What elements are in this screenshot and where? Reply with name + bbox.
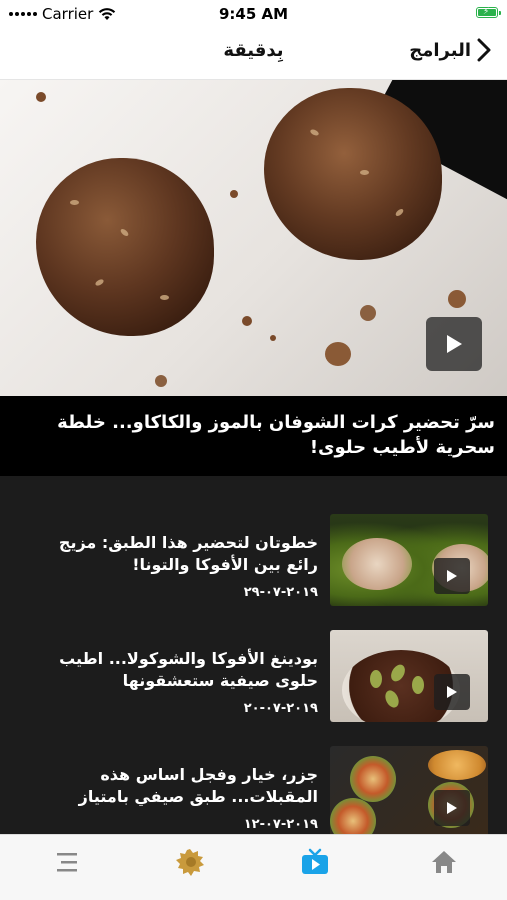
play-icon bbox=[447, 802, 457, 814]
nav-bar: بِدقيقة البرامج bbox=[0, 28, 507, 80]
battery-fill: ⚡ bbox=[478, 7, 496, 17]
tab-lion-logo[interactable] bbox=[173, 847, 207, 877]
cocoa-splash bbox=[360, 305, 376, 321]
video-thumbnail[interactable] bbox=[330, 746, 488, 834]
veggie-roll bbox=[330, 798, 376, 834]
tab-home[interactable] bbox=[427, 847, 461, 877]
back-label: البرامج bbox=[409, 39, 471, 61]
lion-logo-icon bbox=[176, 849, 204, 876]
home-icon bbox=[432, 851, 456, 873]
list-item[interactable]: جزر، خيار وفجل اساس هذه المقبلات... طبق … bbox=[0, 746, 507, 834]
play-icon bbox=[447, 686, 457, 698]
featured-video-title[interactable]: سرّ تحضير كرات الشوفان بالموز والكاكاو..… bbox=[0, 396, 507, 476]
video-title: بودينغ الأفوكا والشوكولا... اطيب حلوى صي… bbox=[59, 649, 318, 690]
tab-bar bbox=[0, 834, 507, 900]
play-button[interactable] bbox=[426, 317, 482, 371]
featured-video-thumbnail[interactable] bbox=[0, 80, 507, 396]
oat-flake bbox=[360, 170, 369, 175]
cocoa-splash bbox=[36, 92, 46, 102]
list-item[interactable]: بودينغ الأفوكا والشوكولا... اطيب حلوى صي… bbox=[0, 630, 507, 730]
menu-icon bbox=[57, 853, 77, 872]
oat-ball-left bbox=[36, 158, 214, 336]
play-button[interactable] bbox=[434, 790, 470, 826]
cocoa-splash bbox=[270, 335, 276, 341]
video-list: خطوتان لتحضير هذا الطبق: مزيج رائع بين ا… bbox=[0, 476, 507, 834]
video-date: ٢٠١٩-٠٧-١٢ bbox=[243, 817, 318, 832]
video-title: خطوتان لتحضير هذا الطبق: مزيج رائع بين ا… bbox=[58, 533, 318, 574]
back-button[interactable]: البرامج bbox=[409, 38, 491, 62]
tab-tv[interactable] bbox=[298, 847, 332, 877]
cocoa-splash bbox=[325, 342, 351, 366]
video-thumbnail[interactable] bbox=[330, 630, 488, 722]
battery-icon: ⚡ bbox=[476, 7, 501, 18]
play-button[interactable] bbox=[434, 674, 470, 710]
cocoa-splash bbox=[155, 375, 167, 387]
chevron-right-icon bbox=[477, 38, 491, 62]
veggie-roll bbox=[350, 756, 396, 802]
video-title: جزر، خيار وفجل اساس هذه المقبلات... طبق … bbox=[78, 765, 318, 806]
sauce-bowl bbox=[428, 750, 486, 780]
list-item[interactable]: خطوتان لتحضير هذا الطبق: مزيج رائع بين ا… bbox=[0, 514, 507, 614]
oat-flake bbox=[70, 200, 79, 205]
avocado-half bbox=[342, 538, 412, 590]
oat-ball-right bbox=[264, 88, 442, 260]
status-bar: Carrier 9:45 AM ⚡ bbox=[0, 0, 507, 28]
video-thumbnail[interactable] bbox=[330, 514, 488, 606]
pistachio bbox=[370, 670, 382, 688]
cocoa-splash bbox=[242, 316, 252, 326]
play-button[interactable] bbox=[434, 558, 470, 594]
video-date: ٢٠١٩-٠٧-٢٩ bbox=[243, 585, 318, 600]
cocoa-splash bbox=[230, 190, 238, 198]
play-icon bbox=[447, 570, 457, 582]
tv-icon bbox=[302, 848, 328, 874]
status-time: 9:45 AM bbox=[218, 5, 289, 23]
play-icon bbox=[447, 335, 462, 353]
pistachio bbox=[412, 676, 424, 694]
video-date: ٢٠١٩-٠٧-٢٠ bbox=[243, 701, 318, 716]
tab-menu[interactable] bbox=[49, 847, 83, 877]
oat-flake bbox=[160, 295, 169, 300]
cocoa-splash bbox=[448, 290, 466, 308]
